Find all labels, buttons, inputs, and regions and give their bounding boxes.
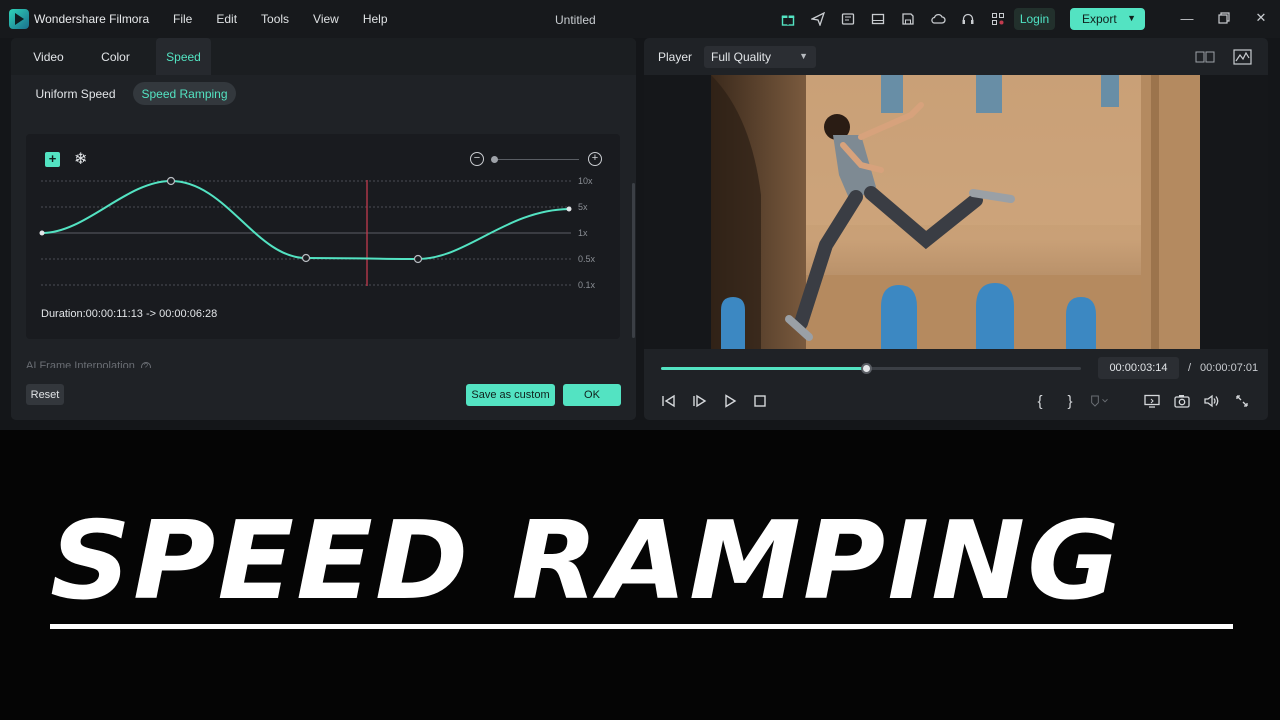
snapshot-icon[interactable] — [1172, 391, 1192, 411]
speed-keyframe — [166, 176, 176, 186]
menu-bar: File Edit Tools View Help — [173, 12, 412, 26]
marker-icon[interactable] — [1090, 391, 1110, 411]
banner-title: SPEED RAMPING — [50, 499, 1122, 624]
speed-keyframe — [301, 253, 311, 263]
panel-scrollbar[interactable] — [632, 183, 635, 338]
send-icon[interactable] — [808, 10, 828, 28]
prev-frame-icon[interactable] — [659, 391, 679, 411]
property-tabs: Video Color Speed — [11, 38, 636, 75]
speed-level-label: 10x — [578, 176, 593, 186]
video-preview-area[interactable] — [644, 75, 1268, 349]
playback-progress-thumb[interactable] — [860, 363, 872, 374]
menu-view[interactable]: View — [313, 12, 339, 26]
current-time[interactable]: 00:00:03:14 — [1098, 357, 1179, 379]
stop-icon[interactable] — [750, 391, 770, 411]
tab-color[interactable]: Color — [88, 38, 143, 75]
chevron-down-icon: ▼ — [799, 51, 808, 61]
speed-curve-chart[interactable]: 10x 5x 1x 0.5x 0.1x — [26, 134, 620, 304]
layout-icon[interactable] — [868, 10, 888, 28]
display-icon[interactable] — [1142, 391, 1162, 411]
title-banner: SPEED RAMPING — [0, 430, 1280, 720]
player-label: Player — [658, 50, 693, 64]
minimize-icon[interactable]: — — [1179, 10, 1195, 26]
speed-ramp-graph: + ❄ − + 10x 5x 1x 0.5x 0.1x Duration:00:… — [26, 134, 620, 339]
export-label: Export — [1082, 12, 1117, 26]
time-separator: / — [1188, 362, 1192, 374]
mark-out-icon[interactable]: } — [1060, 391, 1080, 411]
toolbar-icons — [778, 10, 1008, 28]
duration-text: Duration:00:00:11:13 -> 00:00:06:28 — [41, 308, 218, 320]
playback-progress-fill — [661, 367, 867, 370]
volume-icon[interactable] — [1202, 391, 1222, 411]
mark-in-icon[interactable]: { — [1030, 391, 1050, 411]
tab-speed[interactable]: Speed — [156, 38, 211, 75]
menu-tools[interactable]: Tools — [261, 12, 289, 26]
subtab-speed-ramping[interactable]: Speed Ramping — [133, 82, 236, 105]
curve-end-point — [566, 206, 572, 212]
speed-level-label: 0.5x — [578, 254, 596, 264]
filmora-app: Wondershare Filmora File Edit Tools View… — [0, 0, 1280, 430]
panel-footer: Reset Save as custom OK — [11, 368, 636, 420]
speed-panel: Video Color Speed Uniform Speed Speed Ra… — [11, 38, 636, 420]
video-frame-image — [711, 75, 1200, 349]
menu-file[interactable]: File — [173, 12, 192, 26]
tab-video[interactable]: Video — [21, 38, 76, 75]
gift-icon[interactable] — [778, 10, 798, 28]
filmora-logo-icon — [9, 9, 29, 29]
next-frame-icon[interactable] — [690, 391, 710, 411]
speed-curve — [41, 179, 570, 261]
speed-level-label: 0.1x — [578, 280, 596, 290]
app-name: Wondershare Filmora — [34, 12, 150, 26]
ok-button[interactable]: OK — [563, 384, 621, 406]
banner-underline — [50, 624, 1233, 629]
grid-icon[interactable] — [988, 10, 1008, 28]
export-button[interactable]: Export ▼ — [1070, 8, 1145, 30]
speed-keyframe — [413, 254, 423, 264]
compare-view-icon[interactable] — [1195, 49, 1215, 65]
close-icon[interactable]: ✕ — [1253, 10, 1269, 26]
reset-button[interactable]: Reset — [26, 384, 64, 405]
chevron-down-icon[interactable]: ▼ — [1127, 13, 1136, 23]
total-time: 00:00:07:01 — [1200, 362, 1259, 374]
fullscreen-icon[interactable] — [1232, 391, 1252, 411]
speed-level-label: 5x — [578, 202, 588, 212]
curve-start-point — [39, 230, 45, 236]
title-bar: Wondershare Filmora File Edit Tools View… — [0, 0, 1280, 38]
save-as-custom-button[interactable]: Save as custom — [466, 384, 555, 406]
speed-level-label: 1x — [578, 228, 588, 238]
quality-select[interactable]: Full Quality ▼ — [704, 46, 816, 68]
play-icon[interactable] — [720, 391, 740, 411]
player-panel: Player Full Quality ▼ 00:00:03:14 / 00:0… — [644, 38, 1268, 420]
document-title: Untitled — [555, 13, 596, 27]
menu-help[interactable]: Help — [363, 12, 388, 26]
news-icon[interactable] — [838, 10, 858, 28]
playback-progress-track[interactable] — [661, 363, 1081, 374]
video-frame[interactable] — [711, 75, 1200, 349]
headset-icon[interactable] — [958, 10, 978, 28]
save-icon[interactable] — [898, 10, 918, 28]
menu-edit[interactable]: Edit — [216, 12, 237, 26]
subtab-uniform-speed[interactable]: Uniform Speed — [28, 82, 123, 105]
login-button[interactable]: Login — [1014, 8, 1055, 30]
cloud-icon[interactable] — [928, 10, 948, 28]
quality-value: Full Quality — [711, 50, 772, 64]
scopes-icon[interactable] — [1233, 49, 1253, 65]
restore-icon[interactable] — [1216, 10, 1232, 26]
